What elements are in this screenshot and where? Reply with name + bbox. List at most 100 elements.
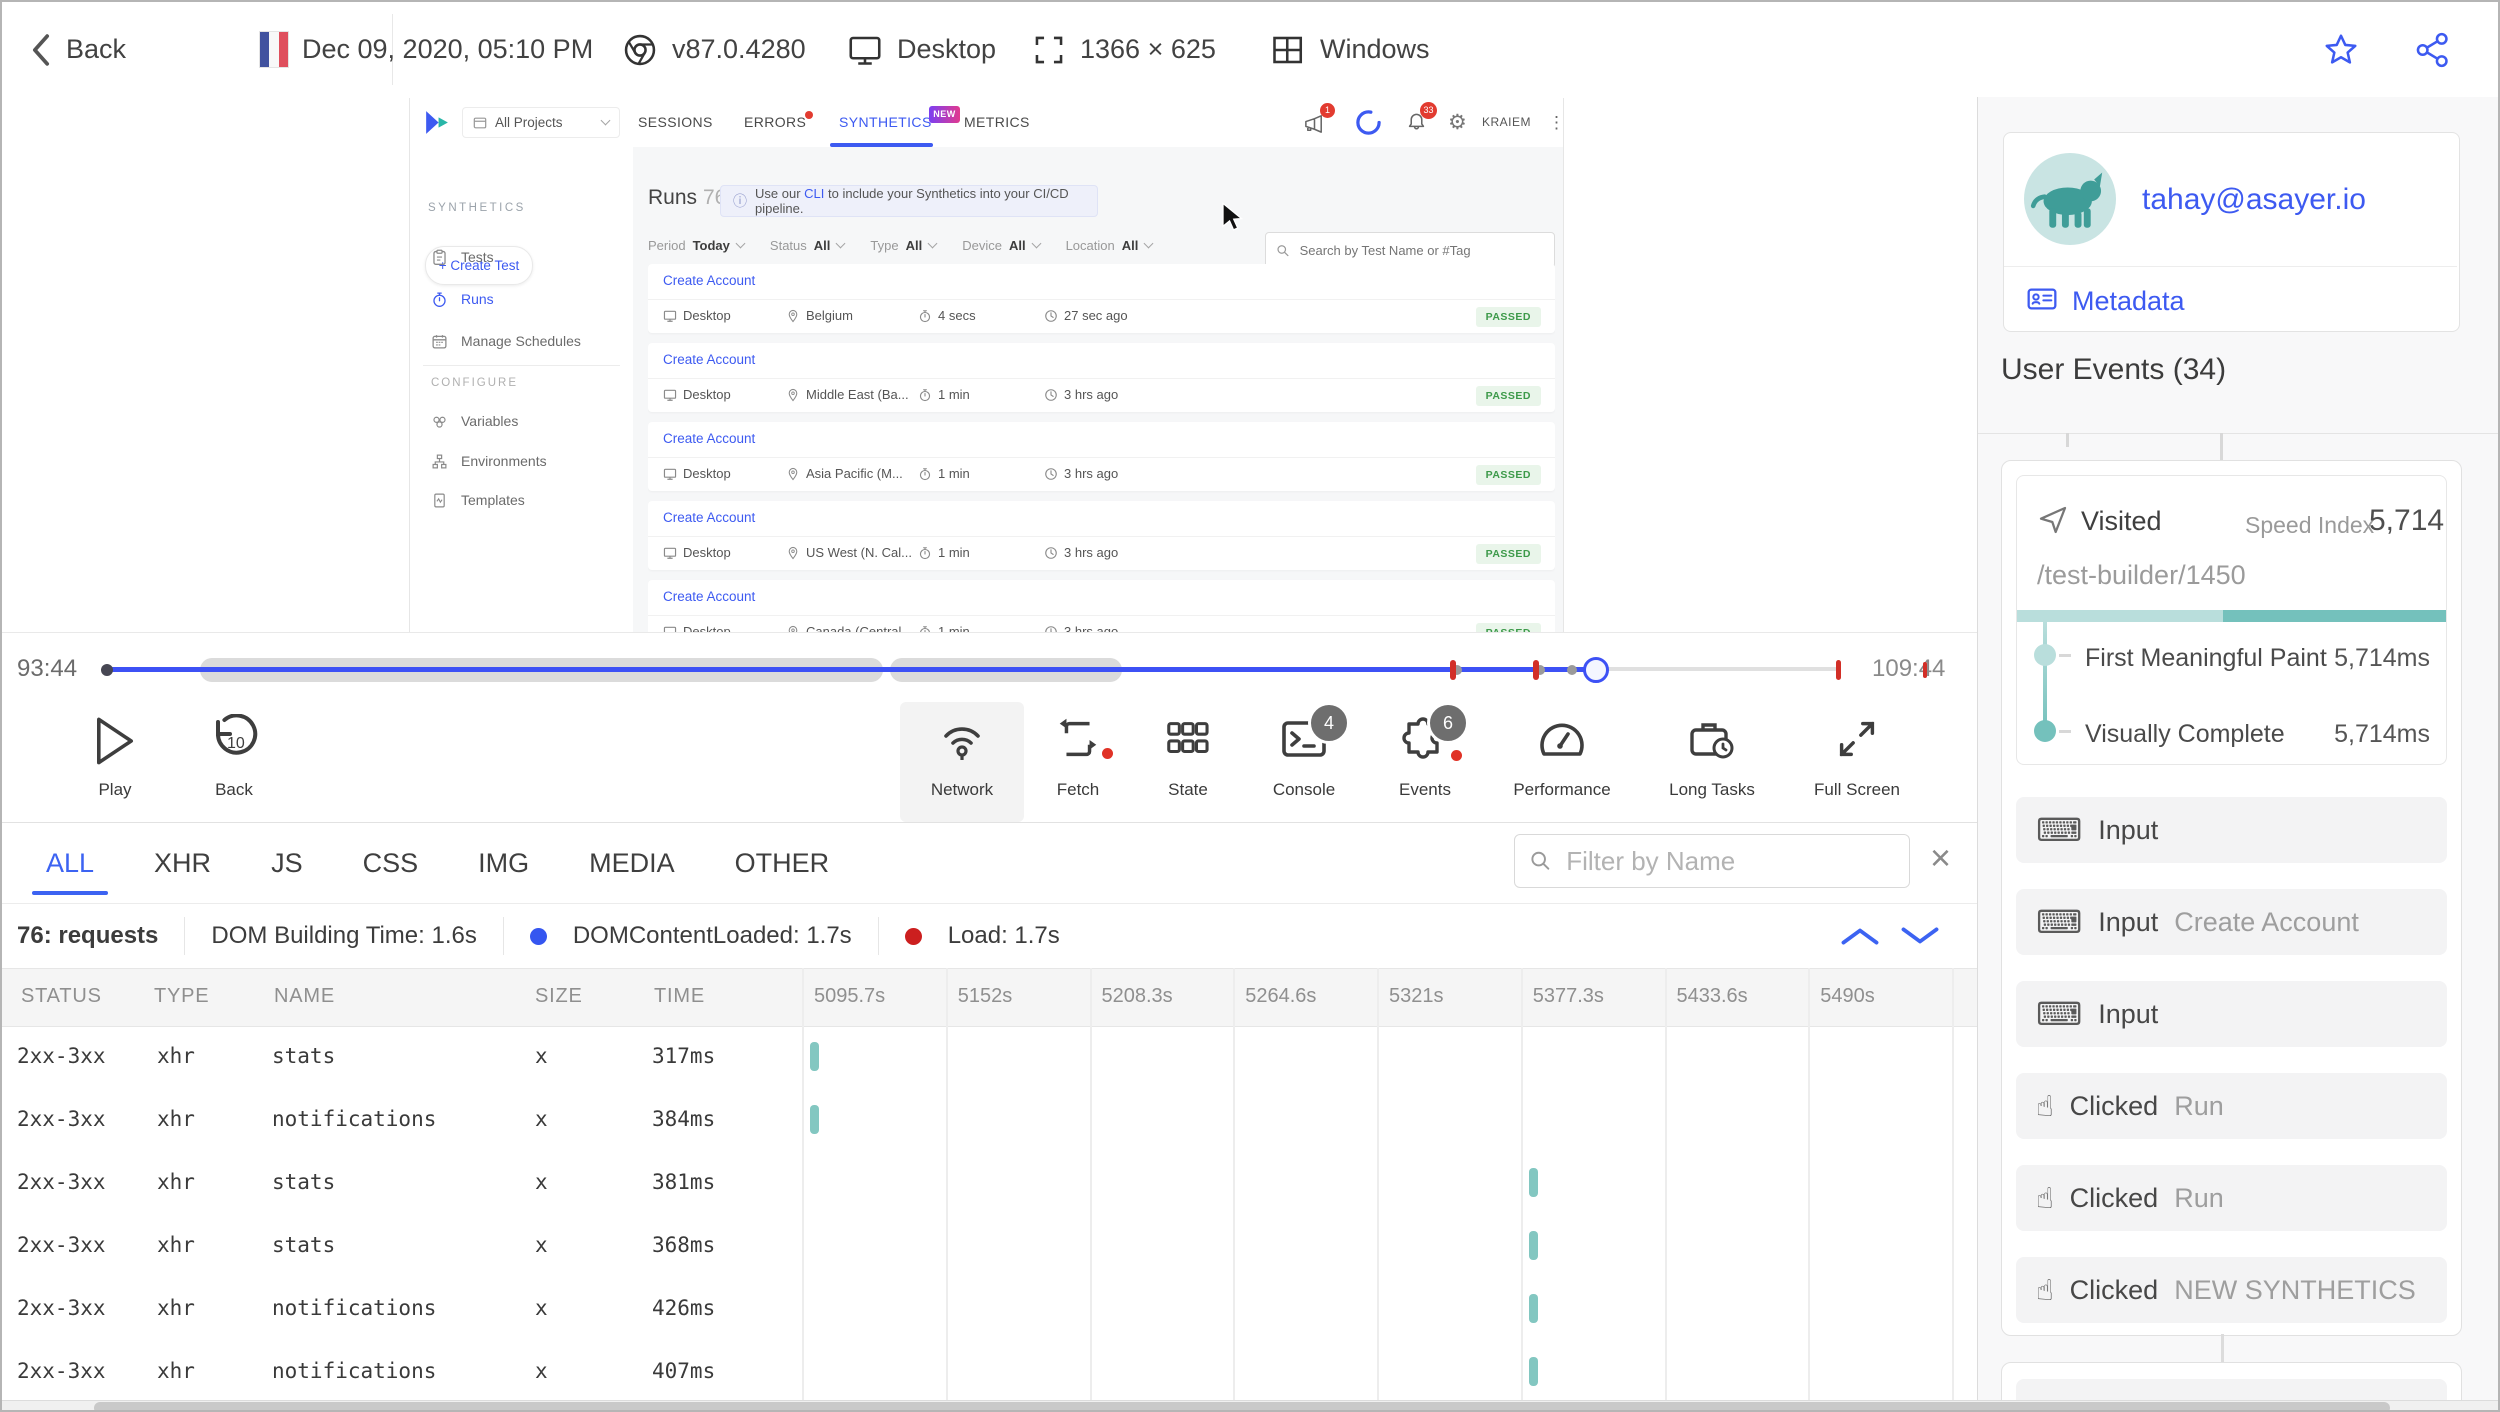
sidebar-item-runs[interactable]: Runs (410, 285, 633, 313)
network-request-row[interactable]: 2xx-3xx xhr stats x 381ms (2, 1151, 1977, 1214)
user-event-item[interactable]: ⌨ Input (2016, 797, 2447, 863)
run-card[interactable]: Create Account Desktop Canada (Central..… (648, 580, 1555, 632)
sidebar-item-tests[interactable]: Tests (410, 243, 633, 271)
event-type-label: Clicked (2069, 1182, 2159, 1213)
settings-gear-icon[interactable]: ⚙ (1448, 98, 1467, 147)
app-tab-sessions[interactable]: SESSIONS (638, 98, 713, 147)
run-location: US West (N. Cal... (786, 545, 912, 560)
user-event-item[interactable]: ☝ Clicked Run (2016, 1165, 2447, 1231)
scrollbar-thumb[interactable] (94, 1402, 2390, 1410)
metadata-link[interactable]: Metadata (2072, 286, 2185, 317)
network-filter-input[interactable] (1564, 844, 1895, 878)
jump-previous-icon[interactable] (1840, 925, 1880, 947)
fetch-panel-button[interactable]: Fetch (1030, 702, 1126, 822)
clock-icon (1045, 467, 1057, 480)
jump-next-icon[interactable] (1900, 925, 1940, 947)
run-test-name-link[interactable]: Create Account (663, 589, 755, 604)
user-event-item[interactable]: ☝ Clicked NEW SYNTHETICS (2016, 1257, 2447, 1323)
search-icon (1277, 244, 1289, 256)
run-test-name-link[interactable]: Create Account (663, 510, 755, 525)
network-request-row[interactable]: 2xx-3xx xhr notifications x 407ms (2, 1340, 1977, 1403)
network-request-row[interactable]: 2xx-3xx xhr stats x 317ms (2, 1025, 1977, 1088)
user-event-item[interactable]: ⌨ Input (2016, 981, 2447, 1047)
network-request-row[interactable]: 2xx-3xx xhr notifications x 426ms (2, 1277, 1977, 1340)
play-button[interactable]: Play (70, 702, 160, 822)
location-pin-icon (788, 625, 798, 632)
network-type-tab[interactable]: ALL (31, 848, 109, 895)
back-button[interactable]: Back (30, 2, 126, 97)
run-card[interactable]: Create Account Desktop Middle East (Ba..… (648, 343, 1555, 412)
requests-count: 76: requests (17, 922, 159, 949)
column-header[interactable]: TIME (654, 969, 705, 1024)
favorite-button[interactable] (2322, 2, 2360, 97)
network-type-tab[interactable]: OTHER (735, 848, 830, 879)
sidebar-item-templates[interactable]: Templates (410, 486, 633, 514)
long-tasks-panel-button[interactable]: Long Tasks (1647, 702, 1777, 822)
app-header: All Projects SESSIONS ERRORS SYNTHETICS … (410, 98, 1563, 148)
network-type-tab[interactable]: MEDIA (589, 848, 675, 879)
app-tab-metrics[interactable]: METRICS (964, 98, 1030, 147)
events-panel-button[interactable]: 6 Events (1377, 702, 1473, 822)
user-email-link[interactable]: tahay@asayer.io (2142, 183, 2366, 217)
keyboard-icon: ⌨ (2036, 811, 2083, 849)
events-alert-dot (1451, 750, 1462, 761)
test-search-box[interactable] (1265, 232, 1555, 268)
network-type-tab[interactable]: CSS (363, 848, 419, 879)
request-type: xhr (157, 1359, 195, 1383)
column-header[interactable]: TYPE (154, 969, 209, 1024)
network-type-tab[interactable]: JS (271, 848, 303, 879)
run-card[interactable]: Create Account Desktop Belgium 4 secs 27… (648, 264, 1555, 333)
run-card[interactable]: Create Account Desktop US West (N. Cal..… (648, 501, 1555, 570)
cli-link[interactable]: CLI (804, 186, 824, 201)
runs-filter[interactable]: Period Today (648, 238, 746, 253)
full-screen-button[interactable]: Full Screen (1795, 702, 1919, 822)
run-card[interactable]: Create Account Desktop Asia Pacific (M..… (648, 422, 1555, 491)
more-menu-icon[interactable]: ⋮ (1548, 98, 1563, 147)
test-search-input[interactable] (1297, 241, 1544, 259)
app-tab-errors[interactable]: ERRORS (744, 98, 806, 147)
runs-filter[interactable]: Device All (962, 238, 1042, 253)
horizontal-scrollbar[interactable] (2, 1400, 2498, 1410)
run-test-name-link[interactable]: Create Account (663, 273, 755, 288)
run-test-name-link[interactable]: Create Account (663, 431, 755, 446)
filter-value: All (1008, 238, 1026, 253)
back-10s-button[interactable]: 10 Back (189, 702, 279, 822)
console-panel-button[interactable]: 4 Console (1256, 702, 1352, 822)
close-panel-icon[interactable]: × (1930, 837, 1951, 879)
sidebar-item-environments[interactable]: Environments (410, 447, 633, 475)
column-header[interactable]: STATUS (21, 969, 102, 1024)
current-time-label: 93:44 (17, 655, 78, 682)
user-event-item[interactable]: ⌨ Input Create Account (2016, 889, 2447, 955)
app-tab-synthetics[interactable]: SYNTHETICS (839, 98, 932, 147)
error-marker[interactable] (1836, 660, 1841, 680)
runs-filter[interactable]: Type All (870, 238, 938, 253)
runs-filter[interactable]: Location All (1066, 238, 1154, 253)
network-request-row[interactable]: 2xx-3xx xhr notifications x 384ms (2, 1088, 1977, 1151)
user-event-item[interactable]: ☝ Clicked Run (2016, 1073, 2447, 1139)
app-user-name[interactable]: KRAIEM (1482, 98, 1531, 147)
error-marker[interactable] (1450, 660, 1456, 680)
timeline-track-played[interactable] (107, 667, 1596, 672)
run-test-name-link[interactable]: Create Account (663, 352, 755, 367)
network-request-row[interactable]: 2xx-3xx xhr stats x 368ms (2, 1214, 1977, 1277)
sidebar-item-manage-schedules[interactable]: Manage Schedules (410, 327, 633, 355)
domcontentloaded-time: DOMContentLoaded: 1.7s (572, 922, 852, 949)
network-type-tab[interactable]: IMG (478, 848, 529, 879)
network-panel-button[interactable]: Network (900, 702, 1024, 822)
timeline-track-remaining[interactable] (1596, 667, 1837, 671)
network-filter-box[interactable] (1514, 834, 1910, 888)
request-bar (810, 1042, 819, 1071)
fmp-value: 5,714ms (2334, 644, 2430, 672)
runs-filter[interactable]: Status All (770, 238, 846, 253)
project-selector[interactable]: All Projects (462, 107, 620, 138)
state-panel-button[interactable]: State (1140, 702, 1236, 822)
visited-event-card[interactable]: Visited Speed Index 5,714 /test-builder/… (2016, 475, 2447, 765)
sidebar-item-variables[interactable]: Variables (410, 407, 633, 435)
share-button[interactable] (2414, 2, 2452, 97)
column-header[interactable]: SIZE (535, 969, 583, 1024)
network-type-tab[interactable]: XHR (154, 848, 211, 879)
column-header[interactable]: NAME (274, 969, 335, 1024)
playhead-handle[interactable] (1583, 657, 1609, 683)
performance-panel-button[interactable]: Performance (1497, 702, 1627, 822)
error-marker[interactable] (1533, 660, 1539, 680)
